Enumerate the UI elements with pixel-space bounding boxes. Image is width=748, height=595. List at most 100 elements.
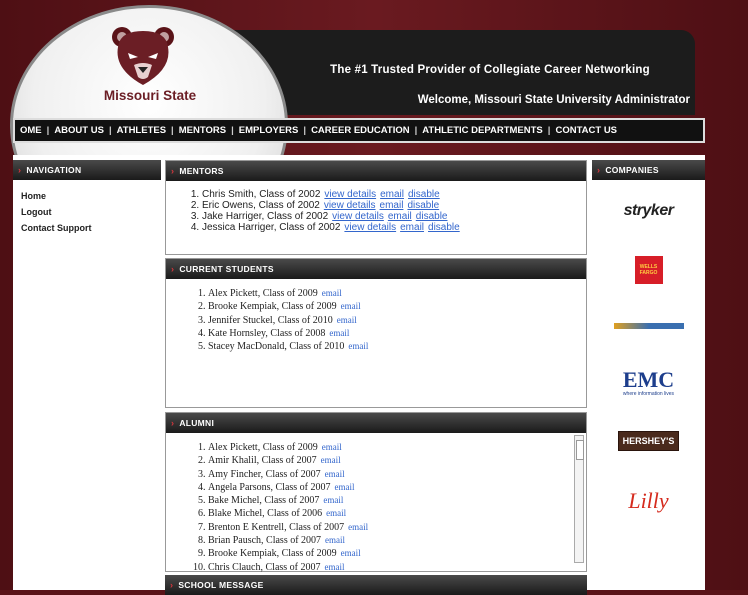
email-link[interactable]: email	[380, 200, 404, 211]
mentors-header: › MENTORS	[166, 161, 586, 181]
sidebar-title: NAVIGATION	[26, 165, 82, 175]
email-link[interactable]: email	[321, 455, 341, 465]
list-item: Alex Pickett, Class of 2009 email	[208, 441, 586, 454]
list-item: Jennifer Stuckel, Class of 2010 email	[208, 314, 586, 327]
lilly-logo-text: Lilly	[628, 488, 669, 513]
view-details-link[interactable]: view details	[344, 222, 396, 233]
alumni-name: Chris Clauch, Class of 2007	[208, 561, 321, 573]
sidebar-item-logout[interactable]: Logout	[21, 204, 153, 220]
arrow-icon: ›	[170, 580, 174, 590]
email-link[interactable]: email	[348, 341, 368, 351]
alumni-name: Alex Pickett, Class of 2009	[208, 442, 318, 453]
wells-fargo-logo-text: WELLS FARGO	[639, 264, 658, 276]
nav-about-us[interactable]: ABOUT US	[49, 125, 109, 136]
list-item: Angela Parsons, Class of 2007 email	[208, 481, 586, 494]
disable-link[interactable]: disable	[407, 200, 439, 211]
student-name: Kate Hornsley, Class of 2008	[208, 327, 326, 339]
current-students-panel: › CURRENT STUDENTS Alex Pickett, Class o…	[165, 258, 587, 408]
company-logo-emc[interactable]: EMC where information lives	[592, 354, 705, 412]
current-students-list: Alex Pickett, Class of 2009 email Brooke …	[166, 279, 586, 353]
sidebar-item-contact-support[interactable]: Contact Support	[21, 220, 153, 236]
school-name: Missouri State	[103, 88, 197, 103]
top-nav: OME | ABOUT US | ATHLETES | MENTORS | EMPLOY…	[13, 118, 705, 143]
mentor-name: Jake Harriger, Class of 2002	[202, 211, 329, 222]
welcome-message: Welcome, Missouri State University Admin…	[417, 94, 690, 106]
nav-contact-us[interactable]: CONTACT US	[550, 125, 622, 136]
list-item: Blake Michel, Class of 2006email	[208, 507, 586, 520]
company-logo-lilly[interactable]: Lilly	[592, 470, 705, 532]
email-link[interactable]: email	[325, 469, 345, 479]
header-tagline: The #1 Trusted Provider of Collegiate Ca…	[330, 64, 650, 76]
bear-logo-icon[interactable]	[110, 25, 176, 89]
email-link[interactable]: email	[388, 211, 412, 222]
disable-link[interactable]: disable	[408, 189, 440, 200]
view-details-link[interactable]: view details	[324, 189, 376, 200]
list-item: Alex Pickett, Class of 2009 email	[208, 287, 586, 300]
email-link[interactable]: email	[380, 189, 404, 200]
alumni-name: Blake Michel, Class of 2006	[208, 508, 323, 520]
list-item: Jake Harriger, Class of 2002view details…	[202, 211, 586, 222]
view-details-link[interactable]: view details	[332, 211, 384, 222]
student-name: Alex Pickett, Class of 2009	[208, 288, 318, 299]
email-link[interactable]: email	[325, 562, 345, 572]
company-logo-icon	[613, 323, 684, 329]
email-link[interactable]: email	[323, 495, 343, 505]
companies-column: › COMPANIES stryker WELLS FARGO EMC wher…	[592, 160, 705, 590]
email-link[interactable]: email	[325, 535, 345, 545]
sidebar-header: › NAVIGATION	[13, 160, 161, 180]
company-logo-hersheys[interactable]: HERSHEY'S	[592, 412, 705, 470]
email-link[interactable]: email	[322, 442, 342, 452]
disable-link[interactable]: disable	[416, 211, 448, 222]
emc-tagline: where information lives	[622, 391, 675, 397]
nav-career-education[interactable]: CAREER EDUCATION	[306, 125, 415, 136]
alumni-scrollbar[interactable]	[574, 435, 584, 563]
alumni-name: Amir Khalil, Class of 2007	[208, 455, 317, 467]
sidebar-item-home[interactable]: Home	[21, 188, 153, 204]
school-message-header: › SCHOOL MESSAGE	[165, 575, 587, 595]
wells-fargo-icon: WELLS FARGO	[634, 256, 663, 284]
email-link[interactable]: email	[326, 508, 346, 518]
email-link[interactable]: email	[341, 548, 361, 558]
student-name: Jennifer Stuckel, Class of 2010	[208, 314, 333, 326]
alumni-list: Alex Pickett, Class of 2009email Amir Kh…	[166, 433, 586, 574]
school-message-title: SCHOOL MESSAGE	[178, 580, 264, 590]
list-item: Eric Owens, Class of 2002 view details ema…	[202, 200, 586, 211]
alumni-name: Brenton E Kentrell, Class of 2007	[208, 521, 345, 533]
nav-home[interactable]: OME	[15, 125, 47, 136]
mentors-list: Chris Smith, Class of 2002view detailsem…	[166, 181, 586, 233]
arrow-icon: ›	[171, 264, 175, 274]
list-item: Brooke Kempiak, Class of 2009 email	[208, 547, 586, 560]
mentors-panel: › MENTORS Chris Smith, Class of 2002view…	[165, 160, 587, 255]
scrollbar-thumb[interactable]	[576, 440, 584, 460]
email-link[interactable]: email	[335, 482, 355, 492]
email-link[interactable]: email	[337, 315, 357, 325]
nav-athletes[interactable]: ATHLETES	[112, 125, 171, 136]
company-logo-generic[interactable]	[592, 298, 705, 354]
company-logo-wells-fargo[interactable]: WELLS FARGO	[592, 242, 705, 298]
nav-employers[interactable]: EMPLOYERS	[234, 125, 304, 136]
company-logo-stryker[interactable]: stryker	[592, 180, 705, 242]
view-details-link[interactable]: view details	[324, 200, 376, 211]
nav-athletic-departments[interactable]: ATHLETIC DEPARTMENTS	[417, 125, 548, 136]
email-link[interactable]: email	[322, 288, 342, 298]
arrow-icon: ›	[171, 418, 175, 428]
student-name: Brooke Kempiak, Class of 2009	[208, 301, 337, 313]
disable-link[interactable]: disable	[428, 222, 460, 233]
list-item: Brian Pausch, Class of 2007email	[208, 534, 586, 547]
list-item: Chris Clauch, Class of 2007 email	[208, 561, 586, 574]
student-name: Stacey MacDonald, Class of 2010	[208, 341, 345, 353]
alumni-header: › ALUMNI	[166, 413, 586, 433]
mentor-name: Eric Owens, Class of 2002	[202, 200, 320, 211]
email-link[interactable]: email	[329, 328, 349, 338]
email-link[interactable]: email	[400, 222, 424, 233]
list-item: Amy Fincher, Class of 2007 email	[208, 468, 586, 481]
email-link[interactable]: email	[341, 301, 361, 311]
center-column: › MENTORS Chris Smith, Class of 2002view…	[165, 160, 587, 595]
alumni-name: Brooke Kempiak, Class of 2009	[208, 548, 337, 560]
email-link[interactable]: email	[348, 522, 368, 532]
hersheys-logo-text: HERSHEY'S	[617, 431, 680, 451]
current-students-header: › CURRENT STUDENTS	[166, 259, 586, 279]
list-item: Chris Smith, Class of 2002view details em…	[202, 189, 586, 200]
nav-mentors[interactable]: MENTORS	[174, 125, 231, 136]
mentor-name: Jessica Harriger, Class of 2002	[202, 222, 341, 233]
